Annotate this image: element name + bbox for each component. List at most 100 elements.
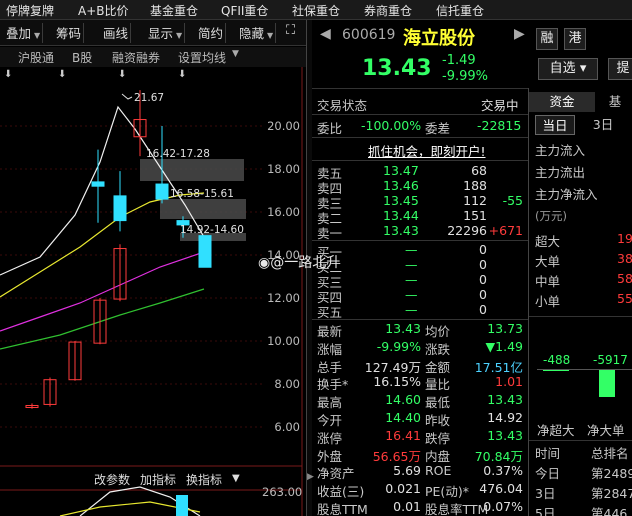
- switch-indicator-button[interactable]: 换指标: [186, 471, 222, 488]
- y-tick-label: 16.00: [267, 205, 300, 219]
- divider: [312, 319, 528, 320]
- divider: [312, 114, 528, 115]
- annotation-pointer: [121, 93, 133, 100]
- chevron-down-icon: ▼: [34, 31, 41, 40]
- sell-1-row: 卖一 13.43 22296 +671: [317, 223, 527, 241]
- menu-item-ab-ratio[interactable]: A+B比价: [78, 2, 129, 19]
- tab-funds[interactable]: 资金: [529, 92, 595, 112]
- size-label: 大单: [535, 254, 561, 269]
- tab-3day[interactable]: 3日: [583, 115, 623, 135]
- stat-value: 17.51亿: [474, 359, 523, 375]
- stat-row: 外盘 56.65万 内盘 70.84万: [317, 446, 527, 464]
- stat-value: 13.43: [385, 321, 421, 336]
- stat-label: 量比: [425, 377, 451, 393]
- tab-set-ma[interactable]: 设置均线: [178, 49, 226, 66]
- price-change: -1.49: [442, 53, 476, 68]
- prev-stock-icon[interactable]: ◀: [320, 26, 331, 42]
- chips-button[interactable]: 筹码: [54, 23, 85, 43]
- chevron-down-icon: ▼: [176, 31, 183, 40]
- weicha-label: 委差: [425, 121, 451, 136]
- volume-bar: [176, 495, 188, 516]
- buy-volume: 0: [479, 257, 487, 272]
- plus-icon: ▾: [579, 61, 587, 76]
- ma20-line: [0, 251, 205, 332]
- stat-value: 16.41: [385, 427, 421, 443]
- stat-value: 16.15%: [373, 374, 421, 390]
- candle-body: [155, 183, 169, 200]
- y-tick-label: 12.00: [267, 291, 300, 305]
- menu-item-fund-holdings[interactable]: 基金重仓: [150, 2, 198, 19]
- alert-button[interactable]: 提: [608, 58, 632, 80]
- divider: [312, 137, 528, 138]
- stat-row: 收益(三) 0.021 PE(动)* 476.04: [317, 481, 527, 499]
- stat-label: 总手: [317, 359, 343, 375]
- add-watchlist-button[interactable]: 自选 ▾: [538, 58, 598, 80]
- simple-label: 简约: [198, 26, 224, 41]
- simple-button[interactable]: 简约: [196, 23, 227, 43]
- y-tick-label: 18.00: [267, 162, 300, 176]
- chips-label: 筹码: [56, 26, 82, 41]
- sell-change: +671: [488, 223, 523, 238]
- rank-row-value: 第2847: [591, 486, 632, 501]
- sell-price: 13.46: [383, 178, 419, 193]
- watermark-text: @一路北升: [270, 255, 341, 271]
- divider: [312, 240, 528, 241]
- stat-label: 今开: [317, 413, 343, 428]
- tab-b-shares[interactable]: B股: [72, 49, 92, 66]
- sell-change: -55: [502, 193, 523, 208]
- price-change-pct: -9.99%: [442, 69, 488, 84]
- menu-item-qfii-holdings[interactable]: QFII重仓: [221, 2, 268, 19]
- stat-label: 金额: [425, 359, 451, 375]
- hide-button[interactable]: 隐藏 ▼: [237, 23, 277, 43]
- col-header: 时间: [535, 446, 561, 461]
- y-tick-label: 8.00: [274, 377, 300, 391]
- drag-handle-icon[interactable]: ▶: [307, 472, 314, 482]
- candle-body: [113, 195, 127, 222]
- menu-item-broker-holdings[interactable]: 券商重仓: [364, 2, 412, 19]
- rank-row-label: 3日: [535, 486, 556, 501]
- add-indicator-button[interactable]: 加指标: [140, 471, 176, 488]
- next-stock-icon[interactable]: ▶: [514, 26, 525, 42]
- candle-body: [198, 235, 212, 268]
- display-button[interactable]: 显示 ▼: [146, 23, 186, 43]
- stat-row: 最高 14.60 最低 13.43: [317, 392, 527, 410]
- stat-label: 最高: [317, 395, 343, 411]
- stat-value: 0.01: [393, 499, 421, 514]
- stat-label: 涨停: [317, 430, 343, 446]
- size-row: 小单 55: [535, 291, 632, 310]
- candlestick-chart[interactable]: 21.67 16.42-17.28 16.58-15.61 14.92-14.60 ⬇ ⬇…: [0, 67, 306, 516]
- change-params-button[interactable]: 改参数: [94, 471, 130, 488]
- buy-volume: 0: [479, 242, 487, 257]
- menu-item-social-security[interactable]: 社保重仓: [292, 2, 340, 19]
- stat-value: 14.40: [385, 410, 421, 425]
- menu-item-suspension[interactable]: 停牌复牌: [6, 2, 54, 19]
- size-value: 55: [617, 291, 632, 306]
- chevron-down-icon[interactable]: ▼: [232, 49, 239, 59]
- expand-icon[interactable]: ⛶: [284, 23, 297, 43]
- stat-label: PE(动)*: [425, 484, 469, 500]
- margin-badge[interactable]: 融: [536, 28, 558, 50]
- hk-badge[interactable]: 港: [564, 28, 586, 50]
- size-value: 38: [617, 251, 632, 266]
- sell-volume: 112: [463, 193, 487, 208]
- trade-status-row: 交易状态 交易中: [317, 95, 527, 113]
- draw-line-button[interactable]: 画线: [101, 23, 132, 43]
- buy-price: —: [405, 257, 418, 272]
- overlay-button[interactable]: 叠加 ▼: [4, 23, 44, 43]
- price-annotation: 21.67: [134, 92, 164, 104]
- tab-today[interactable]: 当日: [535, 115, 575, 135]
- stat-value: 14.92: [487, 410, 523, 425]
- stat-row: 净资产 5.69 ROE 0.37%: [317, 463, 527, 481]
- stat-value: 5.69: [393, 463, 421, 479]
- tab-fund-basic[interactable]: 基: [597, 92, 632, 112]
- tab-margin[interactable]: 融资融券: [112, 49, 160, 66]
- top-menu-bar: 停牌复牌 A+B比价 基金重仓 QFII重仓 社保重仓 券商重仓 信托重仓: [0, 0, 632, 20]
- rank-row-value: 第2489: [591, 466, 632, 481]
- down-arrow-icon: ⬇: [118, 69, 126, 80]
- size-row: 超大 19: [535, 231, 632, 250]
- size-row: 大单 38: [535, 251, 632, 270]
- menu-item-trust-holdings[interactable]: 信托重仓: [436, 2, 484, 19]
- stat-value: 0.37%: [483, 463, 523, 479]
- chevron-down-icon[interactable]: ▼: [232, 473, 240, 484]
- tab-hk-connect[interactable]: 沪股通: [18, 49, 54, 66]
